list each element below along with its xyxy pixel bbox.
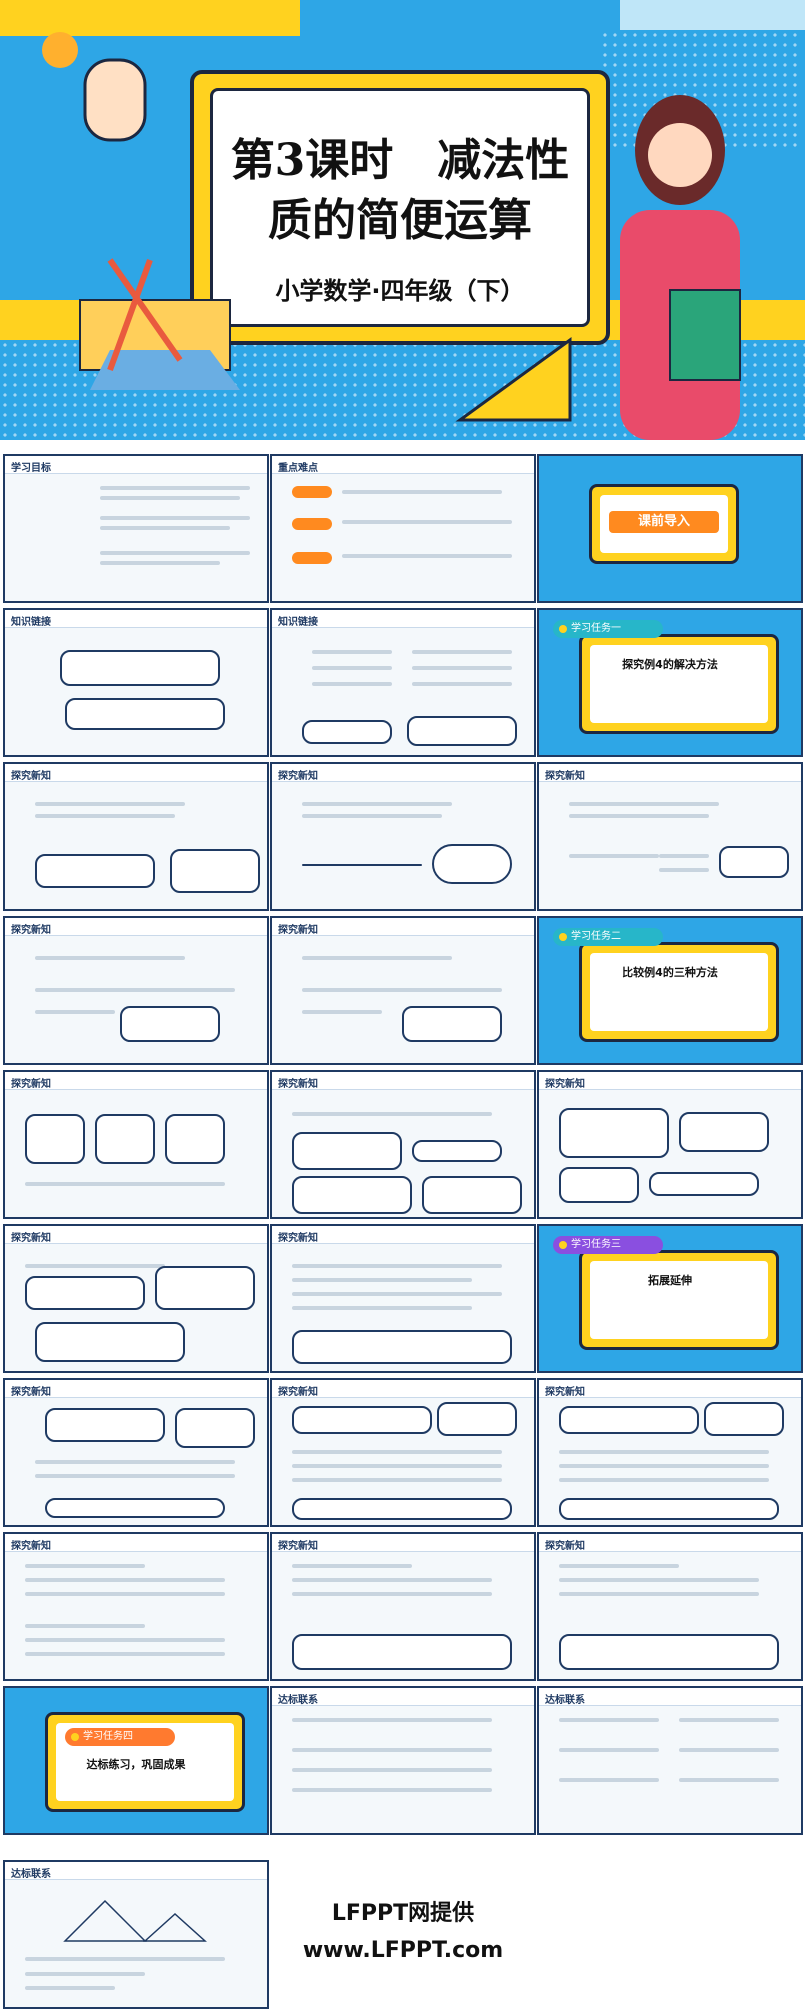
slide-thumbnail[interactable]: 探究新知 [270,762,536,911]
slide-header: 探究新知 [11,1233,51,1244]
lesson-subtitle: 小学数学·四年级（下） [275,277,525,305]
slide-header: 探究新知 [545,1541,585,1552]
slide-thumbnail[interactable]: 知识链接 [3,608,269,757]
triangle-ruler-icon [455,337,572,422]
slide-header: 探究新知 [278,1541,318,1552]
slide-header: 探究新知 [278,1079,318,1090]
lesson-title: 第3课时 减法性 质的简便运算 [230,135,570,246]
slide-header: 学习目标 [11,463,51,474]
slide-header: 知识链接 [278,617,318,628]
slide-thumbnail[interactable]: 达标联系 [3,1860,269,2009]
slide-thumbnail[interactable]: 知识链接 [270,608,536,757]
teacher-icon [620,95,741,440]
slide-thumbnail[interactable]: 探究新知 [3,1070,269,1219]
slide-thumbnail[interactable]: 学习任务二 比较例4的三种方法 [537,916,803,1065]
slide-header: 课前导入 [609,511,719,533]
slide-header: 探究新知 [278,771,318,782]
slide-thumbnail[interactable]: 探究新知 [3,1532,269,1681]
slide-thumbnail[interactable]: 达标联系 [537,1686,803,1835]
slide-header: 学习任务二 [553,928,663,946]
slide-header: 探究新知 [545,1079,585,1090]
watermark-line1: LFPPT网提供 [331,1901,475,1926]
slide-thumbnail[interactable]: 探究新知 [270,1532,536,1681]
slide-thumbnail[interactable]: 重点难点 [270,454,536,603]
slide-header: 探究新知 [545,771,585,782]
slide-header: 探究新知 [11,1387,51,1398]
slide-header: 知识链接 [11,617,51,628]
slide-header: 达标联系 [278,1695,318,1706]
slide-thumbnail[interactable]: 探究新知 [537,1532,803,1681]
slide-thumbnail[interactable]: 探究新知 [3,1224,269,1373]
slide-header: 达标联系 [545,1695,585,1706]
slide-header: 学习任务四 [65,1728,175,1746]
slide-thumbnail[interactable]: 探究新知 [3,1378,269,1527]
slide-header: 学习任务三 [553,1236,663,1254]
watermark-panel: LFPPT网提供 www.LFPPT.com [270,1860,536,2009]
slide-thumbnail[interactable]: 探究新知 [270,916,536,1065]
slide-header: 探究新知 [278,1233,318,1244]
slide-header: 探究新知 [278,1387,318,1398]
watermark-line2: www.LFPPT.com [302,1938,504,1963]
slide-thumbnail[interactable]: 学习任务三 拓展延伸 [537,1224,803,1373]
slide-thumbnail[interactable]: 探究新知 [537,1378,803,1527]
slide-desc: 比较例4的三种方法 [622,966,718,979]
slide-header: 探究新知 [545,1387,585,1398]
slide-desc: 探究例4的解决方法 [622,658,718,671]
slide-thumbnail[interactable]: 探究新知 [3,762,269,911]
slide-thumbnail[interactable]: 探究新知 [270,1070,536,1219]
slide-thumbnail[interactable]: 学习任务一 探究例4的解决方法 [537,608,803,757]
slide-header: 探究新知 [11,771,51,782]
slide-header: 探究新知 [11,1541,51,1552]
compass-ruler-icon [79,258,240,390]
slide-header: 重点难点 [278,463,318,474]
slide-thumbnail[interactable]: 探究新知 [270,1224,536,1373]
slide-desc: 达标练习，巩固成果 [86,1758,186,1771]
decor-strip [620,0,805,30]
slide-thumbnail[interactable]: 探究新知 [3,916,269,1065]
slide-thumbnail[interactable]: 达标联系 [270,1686,536,1835]
slide-thumbnail[interactable]: 探究新知 [270,1378,536,1527]
slide-header: 探究新知 [11,925,51,936]
slide-thumbnail[interactable]: 探究新知 [537,1070,803,1219]
slide-thumbnail[interactable]: 学习目标 [3,454,269,603]
title-slide[interactable]: 第3课时 减法性 质的简便运算 小学数学·四年级（下） [0,0,805,440]
slide-thumbnail[interactable]: 课前导入 [537,454,803,603]
slide-header: 学习任务一 [553,620,663,638]
slide-thumbnail[interactable]: 学习任务四 达标练习，巩固成果 [3,1686,269,1835]
slide-header: 探究新知 [11,1079,51,1090]
mountain-diagram-icon [63,1899,207,1942]
slide-header: 探究新知 [278,925,318,936]
slide-desc: 拓展延伸 [648,1274,692,1287]
slide-thumbnail[interactable]: 探究新知 [537,762,803,911]
slide-header: 达标联系 [11,1869,51,1880]
title-board: 第3课时 减法性 质的简便运算 小学数学·四年级（下） [190,70,610,345]
pointing-hand-icon [42,32,147,142]
